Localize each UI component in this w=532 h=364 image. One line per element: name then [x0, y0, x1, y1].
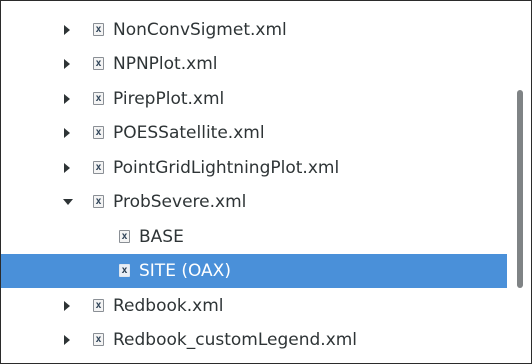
expander-collapsed-icon[interactable]	[64, 163, 70, 173]
tree-item-label: SITE (OAX)	[139, 261, 231, 281]
tree-row-redbook[interactable]: x Redbook.xml	[1, 289, 507, 323]
expander-collapsed-icon[interactable]	[64, 25, 70, 35]
expander-expanded-icon[interactable]	[63, 199, 73, 205]
xml-file-icon: x	[93, 23, 104, 36]
file-tree-panel: x NonConvSigmet.xml x NPNPlot.xml x Pire…	[0, 0, 532, 364]
scrollbar-thumb[interactable]	[517, 90, 523, 288]
tree-item-label: Redbook.xml	[113, 296, 224, 316]
tree-row-pointgridlightningplot[interactable]: x PointGridLightningPlot.xml	[1, 151, 507, 185]
tree-row-probsevere[interactable]: x ProbSevere.xml	[1, 185, 507, 219]
tree-item-label: PirepPlot.xml	[113, 89, 225, 109]
tree-item-label: ProbSevere.xml	[113, 192, 247, 212]
xml-file-icon: x	[119, 230, 130, 243]
xml-file-icon: x	[93, 92, 104, 105]
tree-row-pirepplot[interactable]: x PirepPlot.xml	[1, 82, 507, 116]
tree-item-label: PointGridLightningPlot.xml	[113, 158, 340, 178]
tree-item-label: Redbook_customLegend.xml	[113, 330, 358, 350]
tree-item-label: POESSatellite.xml	[113, 123, 265, 143]
xml-file-icon: x	[93, 195, 104, 208]
expander-collapsed-icon[interactable]	[64, 94, 70, 104]
tree-row-npnplot[interactable]: x NPNPlot.xml	[1, 47, 507, 81]
tree-row-site-oax[interactable]: x SITE (OAX)	[1, 254, 507, 288]
xml-file-icon: x	[93, 57, 104, 70]
expander-collapsed-icon[interactable]	[64, 128, 70, 138]
expander-collapsed-icon[interactable]	[64, 335, 70, 345]
xml-file-icon: x	[93, 299, 104, 312]
tree-row-poessatellite[interactable]: x POESSatellite.xml	[1, 116, 507, 150]
tree-item-label: NonConvSigmet.xml	[113, 20, 287, 40]
xml-file-icon: x	[93, 126, 104, 139]
xml-file-icon: x	[119, 264, 130, 277]
tree-item-label: NPNPlot.xml	[113, 54, 218, 74]
tree-item-label: BASE	[139, 227, 184, 247]
expander-collapsed-icon[interactable]	[64, 301, 70, 311]
xml-file-icon: x	[93, 333, 104, 346]
tree-row-nonconvsigmet[interactable]: x NonConvSigmet.xml	[1, 13, 507, 47]
xml-file-icon: x	[93, 161, 104, 174]
expander-collapsed-icon[interactable]	[64, 59, 70, 69]
tree-row-redbook-customlegend[interactable]: x Redbook_customLegend.xml	[1, 323, 507, 357]
tree-row-base[interactable]: x BASE	[1, 220, 507, 254]
vertical-scrollbar[interactable]	[507, 1, 531, 363]
